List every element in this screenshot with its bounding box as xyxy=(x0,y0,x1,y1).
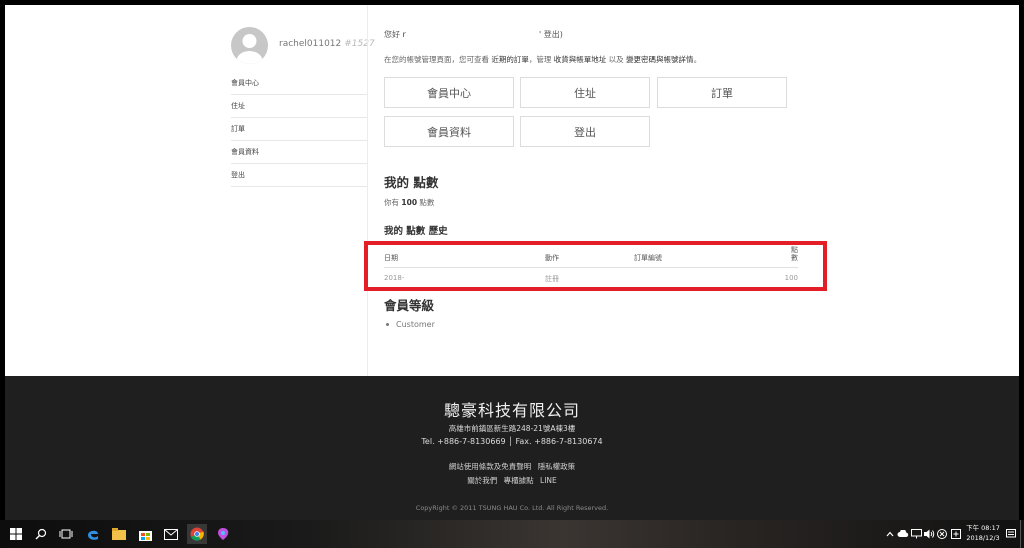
column-order: 訂單編號 xyxy=(634,254,662,262)
greeting-logout-link[interactable]: ' 登出) xyxy=(539,29,563,40)
account-intro: 在您的帳號管理頁面，您可查看 近期的訂單，管理 收貨與帳單地址 以及 變更密碼與… xyxy=(384,54,701,65)
file-explorer-icon[interactable] xyxy=(109,524,129,544)
store-icon[interactable] xyxy=(135,524,155,544)
network-icon[interactable] xyxy=(910,528,922,540)
greeting-name: r xyxy=(402,30,406,39)
stores-link[interactable]: 專櫃據點 xyxy=(504,476,534,485)
input-method-icon[interactable] xyxy=(950,528,962,540)
points-history-heading: 我的 點數 歷史 xyxy=(384,226,448,237)
member-level-item: Customer xyxy=(386,320,435,329)
account-page: rachel011012 #1527 會員中心 住址 訂單 會員資料 登出 您好 … xyxy=(5,5,1019,376)
clock-date: 2018/12/3 xyxy=(966,534,1000,542)
windows-icon[interactable] xyxy=(6,524,26,544)
points-heading: 我的 點數 xyxy=(384,175,439,190)
sidebar-item-orders[interactable]: 訂單 xyxy=(231,118,368,141)
greeting: 您好 r xyxy=(384,29,406,40)
table-header: 日期 動作 訂單編號 點數 xyxy=(384,245,798,268)
taskbar: 下午 08:17 2018/12/3 xyxy=(0,520,1024,548)
volume-icon[interactable] xyxy=(923,528,935,540)
column-date: 日期 xyxy=(384,254,398,262)
sidebar-item-dashboard[interactable]: 會員中心 xyxy=(231,72,368,95)
privacy-link[interactable]: 隱私權政策 xyxy=(538,462,576,471)
sidebar-item-addresses[interactable]: 住址 xyxy=(231,95,368,118)
member-level-heading: 會員等級 xyxy=(384,298,435,313)
cloud-icon[interactable] xyxy=(897,528,909,540)
terms-link[interactable]: 網站使用條款及免責聲明 xyxy=(449,462,532,471)
intro-text: 以及 xyxy=(606,55,627,64)
row-date: 2018- xyxy=(384,274,405,282)
table-row: 2018- 註冊 100 xyxy=(384,268,798,286)
chevron-up-icon[interactable] xyxy=(884,528,896,540)
task-view-icon[interactable] xyxy=(56,524,76,544)
row-action: 註冊 xyxy=(545,275,559,283)
account-sidebar: 會員中心 住址 訂單 會員資料 登出 xyxy=(231,72,368,187)
notification-icon[interactable] xyxy=(1005,528,1017,540)
show-desktop-button[interactable] xyxy=(1020,520,1024,548)
intro-text: ，管理 xyxy=(528,55,554,64)
addresses-link[interactable]: 收貨與帳單地址 xyxy=(554,55,607,64)
column-points: 點數 xyxy=(791,246,798,262)
column-action: 動作 xyxy=(545,254,559,262)
bullet-icon xyxy=(386,323,389,326)
account-details-button[interactable]: 會員資料 xyxy=(384,116,514,147)
about-link[interactable]: 關於我們 xyxy=(467,476,497,485)
user-id: #1527 xyxy=(344,39,375,49)
chrome-icon[interactable] xyxy=(187,524,207,544)
site-footer: 驄豪科技有限公司 高雄市前鎮區新生路248-21號A棟3樓 Tel. +886-… xyxy=(5,376,1019,520)
dashboard-button[interactable]: 會員中心 xyxy=(384,77,514,108)
greeting-prefix: 您好 xyxy=(384,30,403,39)
points-history-table: 日期 動作 訂單編號 點數 2018- 註冊 100 xyxy=(384,245,798,286)
intro-text: 。 xyxy=(693,55,702,64)
addresses-button[interactable]: 住址 xyxy=(520,77,650,108)
paint-icon[interactable] xyxy=(213,524,233,544)
mail-icon[interactable] xyxy=(161,524,181,544)
row-points: 100 xyxy=(784,274,798,282)
points-amount: 100 xyxy=(401,198,418,207)
footer-address: 高雄市前鎮區新生路248-21號A棟3樓 xyxy=(448,424,576,433)
user-silhouette-icon xyxy=(236,34,263,64)
member-level-value: Customer xyxy=(396,320,435,329)
recent-orders-link[interactable]: 近期的訂單 xyxy=(491,55,529,64)
avatar xyxy=(231,27,268,64)
orders-button[interactable]: 訂單 xyxy=(657,77,787,108)
footer-links-row1: 網站使用條款及免責聲明 隱私權政策 xyxy=(5,461,1019,472)
footer-company-name: 驄豪科技有限公司 xyxy=(443,401,580,420)
footer-contact: Tel. +886-7-8130669 │ Fax. +886-7-813067… xyxy=(421,437,603,446)
clock-time: 下午 08:17 xyxy=(966,524,1000,532)
sidebar-item-logout[interactable]: 登出 xyxy=(231,164,368,187)
account-username: rachel011012 #1527 xyxy=(279,39,375,49)
browser-viewport: rachel011012 #1527 會員中心 住址 訂單 會員資料 登出 您好 … xyxy=(5,5,1019,520)
sidebar-divider xyxy=(367,5,368,376)
taskbar-clock[interactable]: 下午 08:17 2018/12/3 xyxy=(962,523,1004,543)
points-balance: 你有 100 點數 xyxy=(384,197,434,208)
footer-copyright: CopyRight © 2011 TSUNG HAU Co. Ltd. All … xyxy=(415,504,609,512)
search-icon[interactable] xyxy=(31,524,51,544)
close-circle-icon[interactable] xyxy=(936,528,948,540)
sidebar-item-account-details[interactable]: 會員資料 xyxy=(231,141,368,164)
points-balance-prefix: 你有 xyxy=(384,198,402,207)
footer-links-row2: 關於我們 專櫃據點 LINE xyxy=(5,475,1019,486)
intro-text: 在您的帳號管理頁面，您可查看 xyxy=(384,55,492,64)
edge-icon[interactable] xyxy=(83,524,103,544)
username-text: rachel011012 xyxy=(279,39,342,49)
logout-button[interactable]: 登出 xyxy=(520,116,650,147)
line-link[interactable]: LINE xyxy=(540,476,557,485)
points-balance-suffix: 點數 xyxy=(417,198,435,207)
edit-account-link[interactable]: 變更密碼與帳號詳情 xyxy=(626,55,694,64)
